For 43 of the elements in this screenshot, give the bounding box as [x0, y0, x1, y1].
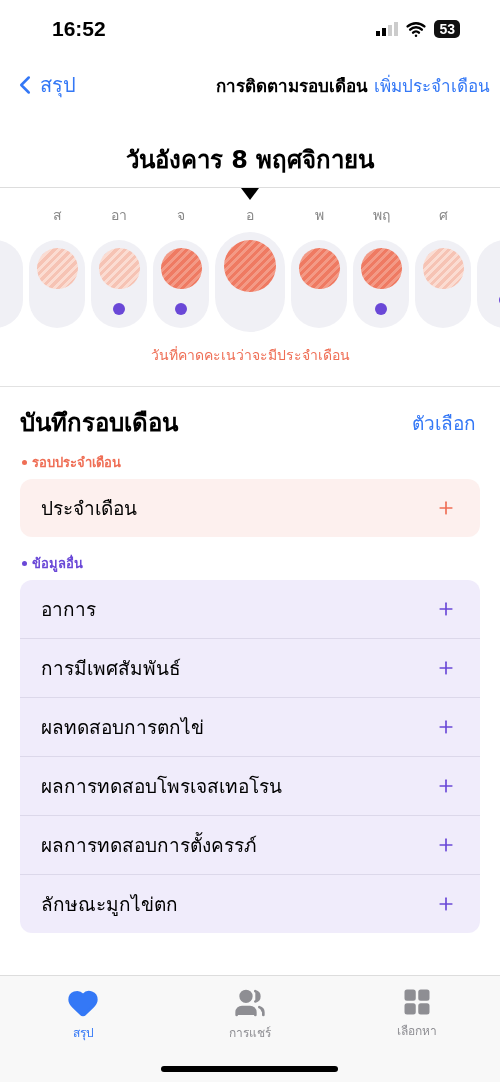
row-label: ลักษณะมูกไข่ตก [41, 892, 178, 918]
group-label: รอบประจำเดือน [32, 454, 121, 472]
day-pill[interactable] [415, 240, 471, 328]
day-pill[interactable] [153, 240, 209, 328]
log-row[interactable]: ลักษณะมูกไข่ตก [20, 874, 480, 933]
row-label: ผลการทดสอบการตั้งครรภ์ [41, 831, 257, 858]
date-title: วันอังคาร 8 พฤศจิกายน [0, 140, 500, 188]
tab-item[interactable]: สรุป [28, 986, 139, 1048]
row-label: ผลการทดสอบโพรเจสเทอโรน [41, 774, 282, 799]
day-pill[interactable] [353, 240, 409, 328]
weekday-label: อา [111, 206, 127, 225]
day-pill[interactable] [291, 240, 347, 328]
pointer-icon [241, 188, 259, 200]
people-icon [234, 987, 266, 1019]
options-button[interactable]: ตัวเลือก [412, 407, 476, 438]
log-row[interactable]: การมีเพศสัมพันธ์ [20, 638, 480, 697]
row-label: ผลทดสอบการตกไข่ [41, 715, 204, 740]
signal-icon [376, 22, 399, 36]
row-label: อาการ [41, 597, 96, 622]
weekday-label: อ [246, 206, 254, 225]
wifi-icon [406, 19, 427, 39]
add-period-button[interactable]: เพิ่มประจำเดือน [374, 71, 490, 99]
log-row[interactable]: ผลการทดสอบการตั้งครรภ์ [20, 815, 480, 874]
day-pill[interactable] [29, 240, 85, 328]
log-row[interactable]: ผลทดสอบการตกไข่ [20, 697, 480, 756]
status-time: 16:52 [52, 17, 106, 41]
weekday-label: ศ [438, 206, 448, 225]
row-label: ประจำเดือน [41, 496, 137, 521]
group-label: ข้อมูลอื่น [32, 553, 83, 574]
nav-title: การติดตามรอบเดือน [216, 74, 368, 98]
weekday-label: พ [314, 206, 324, 225]
day-pill[interactable] [91, 240, 147, 328]
weekday-label: พฤ [372, 206, 390, 225]
prediction-caption: วันที่คาดคะเนว่าจะมีประจำเดือน [149, 345, 351, 365]
section-title: บันทึกรอบเดือน [20, 408, 178, 439]
battery-level: 53 [434, 20, 460, 38]
row-label: การมีเพศสัมพันธ์ [41, 656, 181, 681]
log-row[interactable]: ผลการทดสอบโพรเจสเทอโรน [20, 756, 480, 815]
back-button[interactable]: สรุป [10, 69, 76, 101]
weekday-label: จ [177, 206, 185, 225]
log-row[interactable]: อาการ [20, 580, 480, 638]
log-row[interactable]: ประจำเดือน [20, 479, 480, 537]
weekday-label: ส [52, 206, 62, 225]
